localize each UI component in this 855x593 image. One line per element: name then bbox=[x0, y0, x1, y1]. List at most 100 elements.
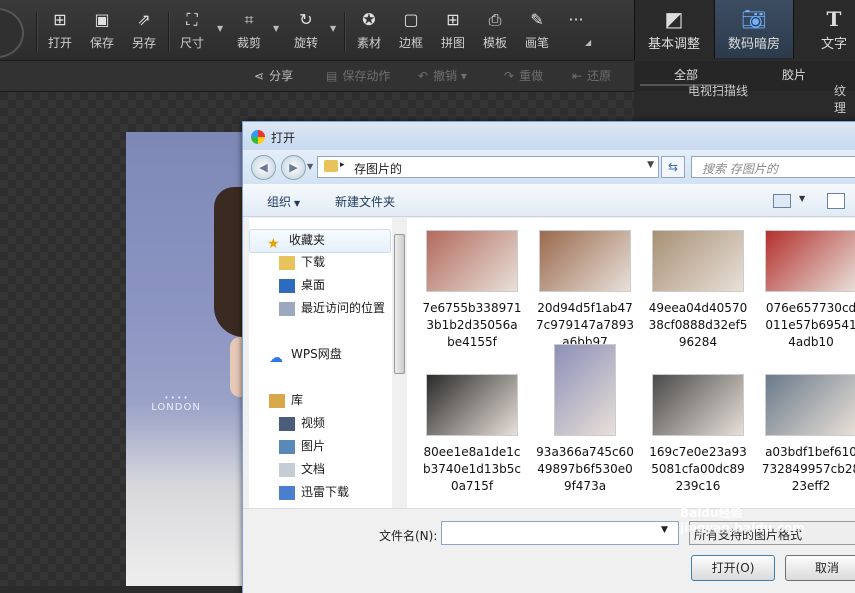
view-dropdown-icon[interactable]: ▼ bbox=[799, 194, 805, 203]
rotate-button[interactable]: ↻ 旋转 bbox=[286, 10, 326, 56]
nav-item-wps-cloud[interactable]: ☁ WPS网盘 bbox=[269, 344, 342, 366]
file-name: a03bdf1bef610 732849957cb28 23eff2 bbox=[756, 444, 855, 495]
file-name-line: 076e657730cd bbox=[765, 301, 855, 315]
dialog-title-bar[interactable]: 打开 bbox=[243, 122, 855, 150]
effect-label[interactable]: 纹理 bbox=[834, 82, 855, 116]
document-icon bbox=[279, 462, 295, 477]
open-file-button[interactable]: 打开(O) bbox=[691, 555, 775, 581]
breadcrumb[interactable]: 存图片的 bbox=[354, 160, 402, 177]
file-item[interactable]: 80ee1e8a1de1c b3740e1d13b5c 0a715f bbox=[417, 374, 527, 495]
nav-item-pictures[interactable]: 图片 bbox=[279, 436, 325, 456]
effect-label[interactable]: 电视扫描线 bbox=[688, 82, 748, 99]
collage-button[interactable]: ⊞ 拼图 bbox=[433, 10, 473, 56]
nav-item-libraries[interactable]: 库 bbox=[269, 390, 303, 410]
nav-item-documents[interactable]: 文档 bbox=[279, 459, 325, 479]
category-all[interactable]: 全部 bbox=[674, 66, 698, 83]
adjust-icon: ◩ bbox=[664, 7, 684, 31]
undo-icon: ↶ bbox=[418, 69, 429, 83]
search-input[interactable]: 搜索 存图片的 bbox=[691, 156, 855, 178]
filename-input[interactable] bbox=[441, 521, 679, 545]
save-as-button[interactable]: ⇗ 另存 bbox=[124, 10, 164, 56]
tab-digital-darkroom[interactable]: 📷︎ 数码暗房 bbox=[714, 0, 794, 58]
nav-item-recent[interactable]: 最近访问的位置 bbox=[279, 298, 385, 318]
nav-item-videos[interactable]: 视频 bbox=[279, 413, 325, 433]
file-item[interactable]: a03bdf1bef610 732849957cb28 23eff2 bbox=[756, 374, 855, 495]
file-item[interactable]: 7e6755b338971 3b1b2d35056a be4155f bbox=[417, 230, 527, 351]
navigation-scrollbar[interactable] bbox=[392, 218, 405, 508]
forward-button[interactable]: ▶ bbox=[281, 155, 306, 180]
more-button[interactable]: ··· bbox=[556, 10, 596, 56]
file-thumbnail bbox=[539, 230, 631, 292]
template-button[interactable]: ⎙ 模板 bbox=[475, 10, 515, 56]
nav-item-downloads[interactable]: 下载 bbox=[279, 252, 325, 272]
brush-button[interactable]: ✎ 画笔 bbox=[517, 10, 557, 56]
organize-button[interactable]: 组织 ▼ bbox=[267, 193, 300, 210]
nav-item-desktop[interactable]: 桌面 bbox=[279, 275, 325, 295]
file-name-line: 7e6755b338971 bbox=[422, 301, 522, 315]
resize-button[interactable]: ⛶ 尺寸 bbox=[172, 10, 212, 56]
file-name: 80ee1e8a1de1c b3740e1d13b5c 0a715f bbox=[417, 444, 527, 495]
save-icon: ▣ bbox=[94, 10, 110, 29]
photo-brand-mark: • • • • LONDON bbox=[151, 394, 201, 413]
recent-places-icon bbox=[279, 301, 295, 316]
rotate-dropdown-icon[interactable]: ▼ bbox=[330, 24, 336, 33]
resize-dropdown-icon[interactable]: ▼ bbox=[217, 24, 223, 33]
scrollbar-thumb[interactable] bbox=[394, 234, 405, 374]
text-icon: T bbox=[826, 7, 842, 31]
file-name-line: 20d94d5f1ab47 bbox=[537, 301, 633, 315]
filename-dropdown-icon[interactable]: ▼ bbox=[661, 525, 668, 535]
file-thumbnail bbox=[765, 230, 855, 292]
nav-item-thunder-downloads[interactable]: 迅雷下载 bbox=[279, 482, 349, 502]
open-button[interactable]: ⊞ 打开 bbox=[40, 10, 80, 56]
breadcrumb-arrow-icon[interactable]: ▸ bbox=[340, 160, 345, 170]
main-toolbar: ⊞ 打开 ▣ 保存 ⇗ 另存 ⛶ 尺寸 ▼ ⌗ 裁剪 ▼ ↻ 旋转 ▼ ✪ 素材… bbox=[0, 0, 634, 61]
undo-button[interactable]: ↶ 撤销 ▾ bbox=[418, 67, 467, 84]
restore-button[interactable]: ⇤ 还原 bbox=[572, 67, 611, 84]
app-logo bbox=[0, 8, 24, 58]
cloud-icon: ☁ bbox=[269, 349, 283, 366]
crop-dropdown-icon[interactable]: ▼ bbox=[273, 24, 279, 33]
file-item[interactable]: 076e657730cd 011e57b69541 4adb10 bbox=[756, 230, 855, 351]
file-item[interactable]: 169c7e0e23a93 5081cfa00dc89 239c16 bbox=[643, 374, 753, 495]
download-folder-icon bbox=[279, 255, 295, 270]
share-button[interactable]: ⋖ 分享 bbox=[254, 67, 293, 84]
nav-item-favorites[interactable]: ★ 收藏夹 bbox=[267, 230, 325, 252]
file-name-line: 0a715f bbox=[450, 479, 494, 493]
file-thumbnail bbox=[652, 230, 744, 292]
history-dropdown-icon[interactable]: ▼ bbox=[307, 162, 313, 171]
edit-mode-tabs: ◩ 基本调整 📷︎ 数码暗房 T 文字 bbox=[634, 0, 855, 60]
printer-icon: ⎙ bbox=[488, 10, 502, 29]
save-button[interactable]: ▣ 保存 bbox=[82, 10, 122, 56]
file-item[interactable]: 20d94d5f1ab47 7c979147a7893 a6bb97 bbox=[530, 230, 640, 351]
crop-icon: ⌗ bbox=[244, 10, 254, 29]
crop-button[interactable]: ⌗ 裁剪 bbox=[229, 10, 269, 56]
more-expand-icon[interactable]: ◢ bbox=[585, 38, 591, 47]
navigation-pane: ★ 收藏夹 下载 桌面 最近访问的位置 ☁ WPS网盘 库 视频 图片 文档 迅雷下… bbox=[249, 218, 405, 508]
view-mode-button[interactable] bbox=[773, 194, 791, 208]
tab-basic-adjust[interactable]: ◩ 基本调整 bbox=[635, 0, 713, 58]
refresh-button[interactable]: ⇆ bbox=[661, 156, 685, 178]
star-icon: ★ bbox=[267, 235, 280, 252]
file-name-line: 169c7e0e23a93 bbox=[649, 445, 747, 459]
file-name: 169c7e0e23a93 5081cfa00dc89 239c16 bbox=[643, 444, 753, 495]
file-item[interactable]: 93a366a745c60 49897b6f530e0 9f473a bbox=[530, 344, 640, 495]
material-button[interactable]: ✪ 素材 bbox=[349, 10, 389, 56]
folder-icon bbox=[324, 160, 338, 172]
app-icon bbox=[251, 130, 265, 144]
back-button[interactable]: ◀ bbox=[251, 155, 276, 180]
dialog-title: 打开 bbox=[271, 131, 296, 145]
tab-text[interactable]: T 文字 bbox=[795, 0, 855, 58]
address-dropdown-icon[interactable]: ▼ bbox=[647, 160, 654, 170]
cancel-button[interactable]: 取消 bbox=[785, 555, 855, 581]
chevron-down-icon: ▼ bbox=[294, 199, 301, 208]
preview-pane-button[interactable] bbox=[827, 193, 845, 209]
new-folder-button[interactable]: 新建文件夹 bbox=[335, 193, 395, 210]
watermark: Baidu经验 jingyan.baidu.com bbox=[680, 506, 805, 535]
category-film[interactable]: 胶片 bbox=[782, 66, 806, 83]
redo-button[interactable]: ↷ 重做 bbox=[504, 67, 543, 84]
brush-icon: ✎ bbox=[530, 10, 544, 29]
address-bar[interactable]: ▸ 存图片的 ▼ bbox=[317, 156, 659, 178]
file-item[interactable]: 49eea04d40570 38cf0888d32ef5 96284 bbox=[643, 230, 753, 351]
save-action-button[interactable]: ▤ 保存动作 bbox=[326, 67, 390, 84]
border-button[interactable]: ▢ 边框 bbox=[391, 10, 431, 56]
